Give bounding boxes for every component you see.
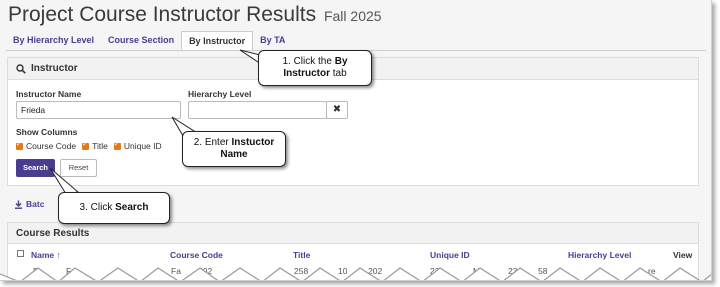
- instructor-name-input[interactable]: Frieda: [16, 101, 181, 119]
- tab-by-hierarchy-level[interactable]: By Hierarchy Level: [6, 31, 101, 51]
- page: Project Course Instructor Results Fall 2…: [0, 0, 712, 281]
- column-option-unique-id[interactable]: Unique ID: [113, 140, 162, 151]
- page-title-text: Project Course Instructor Results: [8, 3, 317, 26]
- column-option-label: Unique ID: [123, 141, 162, 151]
- column-header-title[interactable]: Title: [293, 250, 310, 260]
- checkbox-icon[interactable]: [16, 140, 23, 150]
- callout-step-1: 1. Click the By Instructor tab: [239, 49, 372, 86]
- column-header-hierarchy-level[interactable]: Hierarchy Level: [568, 250, 631, 260]
- batch-download-link[interactable]: Batc: [14, 199, 44, 209]
- column-option-label: Title: [92, 141, 108, 151]
- show-columns-label: Show Columns: [16, 127, 78, 137]
- instructor-name-label: Instructor Name: [16, 89, 82, 99]
- batch-link-label: Batc: [26, 199, 45, 209]
- column-option-course-code[interactable]: Course Code: [16, 140, 77, 151]
- checkbox-icon[interactable]: [82, 140, 90, 150]
- search-icon: [16, 63, 26, 74]
- column-option-label: Course Code: [26, 141, 77, 151]
- download-icon: [15, 200, 22, 209]
- callout-step-3: 3. Click Search: [48, 166, 172, 226]
- page-title: Project Course Instructor Results Fall 2…: [8, 3, 382, 27]
- torn-edge: [0, 267, 711, 280]
- tab-course-section[interactable]: Course Section: [101, 31, 181, 51]
- callout-3-prefix: 3. Click: [79, 201, 116, 213]
- hierarchy-level-label: Hierarchy Level: [188, 89, 252, 99]
- checkbox-icon[interactable]: [113, 140, 121, 150]
- instructor-panel-title: Instructor: [31, 63, 78, 74]
- callout-1-suffix: tab: [329, 68, 347, 79]
- callout-step-2: 2. Enter Instuctor Name: [170, 115, 300, 167]
- column-option-title[interactable]: Title: [82, 140, 108, 151]
- select-all-checkbox[interactable]: [17, 250, 24, 257]
- page-subtitle: Fall 2025: [323, 8, 382, 24]
- course-results-title: Course Results: [8, 223, 698, 244]
- callout-1-prefix: 1. Click the: [282, 55, 335, 67]
- clear-hierarchy-button[interactable]: ✖: [326, 101, 348, 119]
- column-header-course-code[interactable]: Course Code: [170, 250, 223, 260]
- column-header-name[interactable]: Name ↑: [31, 250, 61, 260]
- close-icon: ✖: [332, 104, 342, 115]
- column-header-unique-id[interactable]: Unique ID: [430, 250, 470, 260]
- column-header-view: View: [673, 250, 693, 260]
- show-columns-group: Course Code Title Unique ID: [16, 140, 162, 151]
- callout-2-prefix: 2. Enter: [193, 136, 232, 148]
- callout-3-bold: Search: [115, 201, 149, 213]
